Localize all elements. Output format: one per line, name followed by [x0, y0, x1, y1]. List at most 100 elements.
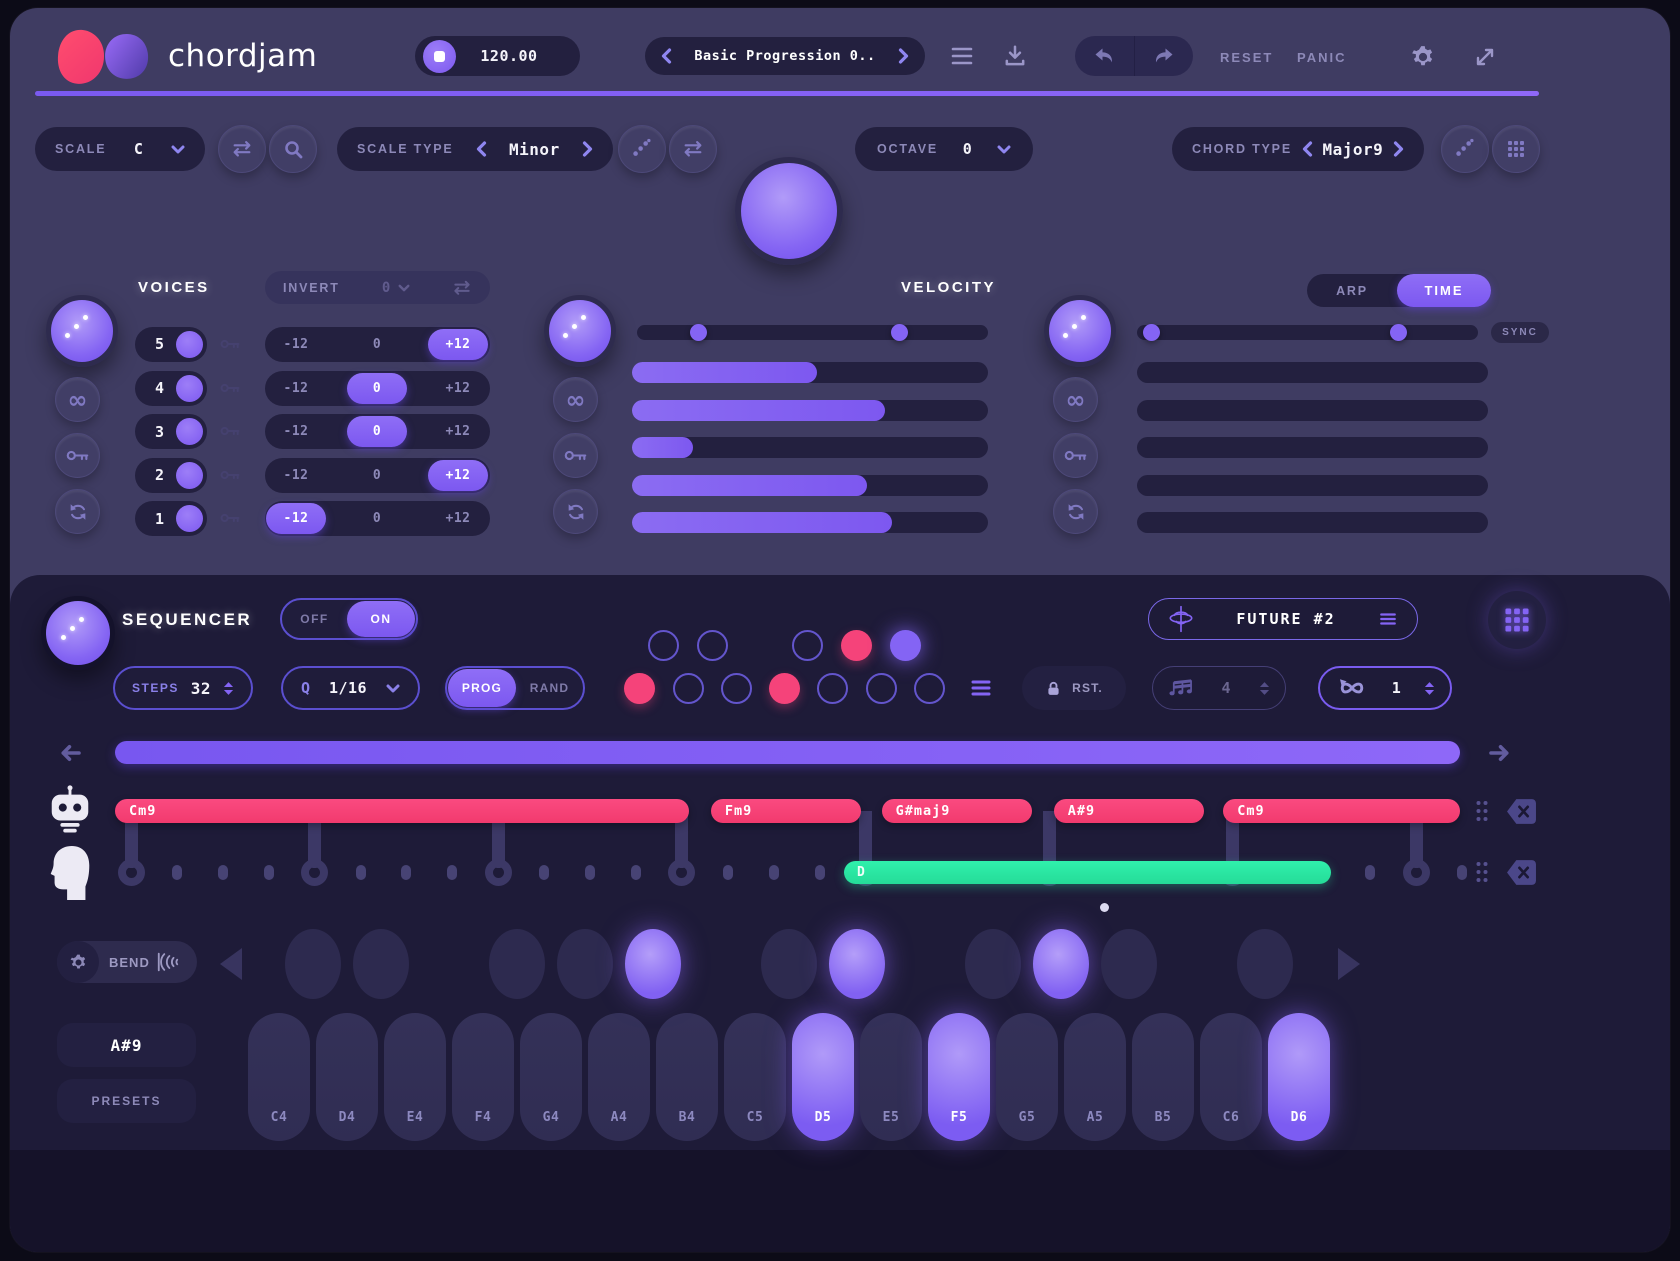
note-bar[interactable]: D	[844, 861, 1331, 884]
seq-step-dot[interactable]	[914, 673, 945, 704]
chord-segment[interactable]: A#9	[1054, 799, 1205, 823]
white-key[interactable]: B4	[656, 1013, 718, 1141]
chord-track-drag-handle[interactable]	[1474, 799, 1490, 823]
step-dot[interactable]	[172, 865, 182, 880]
stepper-arrows-icon[interactable]	[223, 681, 234, 696]
voice-octave-option[interactable]: +12	[428, 373, 488, 404]
black-key[interactable]	[1237, 929, 1293, 999]
scale-type-swap-button[interactable]	[669, 125, 717, 173]
step-ring[interactable]	[1403, 859, 1430, 886]
time-range-handle[interactable]	[1390, 324, 1407, 341]
voice-enable-circle[interactable]	[176, 462, 203, 489]
scale-search-button[interactable]	[269, 125, 317, 173]
octave-shift-right-arrow[interactable]	[1338, 948, 1360, 980]
voice-octave-option[interactable]: 0	[347, 460, 407, 491]
step-dot[interactable]	[1457, 865, 1467, 880]
chord-segment[interactable]: Cm9	[1223, 799, 1460, 823]
steps-menu-icon[interactable]	[969, 676, 993, 700]
seq-step-dot[interactable]	[792, 630, 823, 661]
voice-key-icon[interactable]	[220, 382, 240, 394]
sequencer-knob[interactable]	[41, 596, 115, 670]
seq-step-dot[interactable]	[866, 673, 897, 704]
time-bar[interactable]	[1137, 400, 1488, 421]
ratchet-stepper[interactable]: 4	[1152, 666, 1286, 710]
time-knob[interactable]	[1044, 295, 1116, 367]
velocity-lock-button[interactable]	[553, 433, 598, 478]
voice-enable-circle[interactable]	[176, 418, 203, 445]
step-ring[interactable]	[485, 859, 512, 886]
seq-step-dot[interactable]	[648, 630, 679, 661]
voice-octave-option[interactable]: -12	[266, 329, 326, 360]
chord-type-selector[interactable]: CHORD TYPE Major9	[1172, 127, 1424, 171]
voices-cycle-button[interactable]	[55, 489, 100, 534]
presets-button[interactable]: PRESETS	[57, 1079, 196, 1123]
step-dot[interactable]	[815, 865, 825, 880]
step-dot[interactable]	[356, 865, 366, 880]
chord-type-grid-button[interactable]	[1492, 125, 1540, 173]
tempo-display[interactable]: 120.00	[415, 36, 580, 76]
step-dot[interactable]	[401, 865, 411, 880]
voice-octave-option[interactable]: +12	[428, 460, 488, 491]
black-key[interactable]	[1033, 929, 1089, 999]
tab-arp[interactable]: ARP	[1307, 284, 1397, 298]
voice-key-icon[interactable]	[220, 338, 240, 350]
timeline-position-bar[interactable]	[115, 741, 1460, 764]
velocity-knob[interactable]	[544, 295, 616, 367]
bend-settings-gear-icon[interactable]	[57, 941, 99, 983]
step-ring[interactable]	[668, 859, 695, 886]
seq-step-dot[interactable]	[624, 673, 655, 704]
black-key[interactable]	[557, 929, 613, 999]
chevron-right-icon[interactable]	[582, 141, 593, 157]
timeline-right-arrow[interactable]	[1488, 744, 1512, 762]
chord-segment[interactable]: G#maj9	[882, 799, 1033, 823]
preset-selector[interactable]: Basic Progression 0..	[645, 37, 925, 75]
resize-icon[interactable]	[1473, 45, 1497, 69]
chord-segment[interactable]: Cm9	[115, 799, 689, 823]
timeline-left-arrow[interactable]	[58, 744, 82, 762]
tab-rand[interactable]: RAND	[516, 681, 583, 695]
voice-octave-option[interactable]: 0	[347, 416, 407, 447]
time-infinity-button[interactable]: ∞	[1053, 377, 1098, 422]
step-dot[interactable]	[769, 865, 779, 880]
seq-step-dot[interactable]	[890, 630, 921, 661]
current-chord-display[interactable]: A#9	[57, 1023, 196, 1067]
white-key[interactable]: D6	[1268, 1013, 1330, 1141]
menu-icon[interactable]	[1377, 610, 1399, 628]
black-key[interactable]	[353, 929, 409, 999]
black-key[interactable]	[829, 929, 885, 999]
velocity-infinity-button[interactable]: ∞	[553, 377, 598, 422]
voice-octave-option[interactable]: 0	[347, 503, 407, 534]
bend-control[interactable]: BEND	[57, 941, 197, 983]
white-key[interactable]: E5	[860, 1013, 922, 1141]
toggle-off[interactable]: OFF	[282, 612, 347, 626]
step-dot[interactable]	[264, 865, 274, 880]
seq-step-dot[interactable]	[841, 630, 872, 661]
white-key[interactable]: G4	[520, 1013, 582, 1141]
sync-badge[interactable]: SYNC	[1491, 322, 1549, 343]
time-cycle-button[interactable]	[1053, 489, 1098, 534]
time-bar[interactable]	[1137, 512, 1488, 533]
voice-octave-option[interactable]: -12	[266, 460, 326, 491]
tab-prog[interactable]: PROG	[448, 669, 516, 707]
black-key[interactable]	[625, 929, 681, 999]
white-key[interactable]: G5	[996, 1013, 1058, 1141]
step-ring[interactable]	[118, 859, 145, 886]
redo-button[interactable]	[1135, 36, 1194, 76]
voices-infinity-button[interactable]: ∞	[55, 377, 100, 422]
white-key[interactable]: F4	[452, 1013, 514, 1141]
white-key[interactable]: E4	[384, 1013, 446, 1141]
undo-button[interactable]	[1075, 36, 1135, 76]
preset-next-icon[interactable]	[898, 48, 909, 64]
voice-enable-circle[interactable]	[176, 375, 203, 402]
white-key[interactable]: C4	[248, 1013, 310, 1141]
black-key[interactable]	[1101, 929, 1157, 999]
voice-octave-option[interactable]: -12	[266, 373, 326, 404]
reset-steps-button[interactable]: RST.	[1022, 666, 1126, 710]
tab-time[interactable]: TIME	[1397, 274, 1491, 307]
scale-swap-button[interactable]	[218, 125, 266, 173]
chord-track-delete-button[interactable]	[1506, 797, 1537, 826]
white-key[interactable]: C6	[1200, 1013, 1262, 1141]
time-range-handle[interactable]	[1143, 324, 1160, 341]
velocity-range-handle[interactable]	[690, 324, 707, 341]
time-bar[interactable]	[1137, 437, 1488, 458]
